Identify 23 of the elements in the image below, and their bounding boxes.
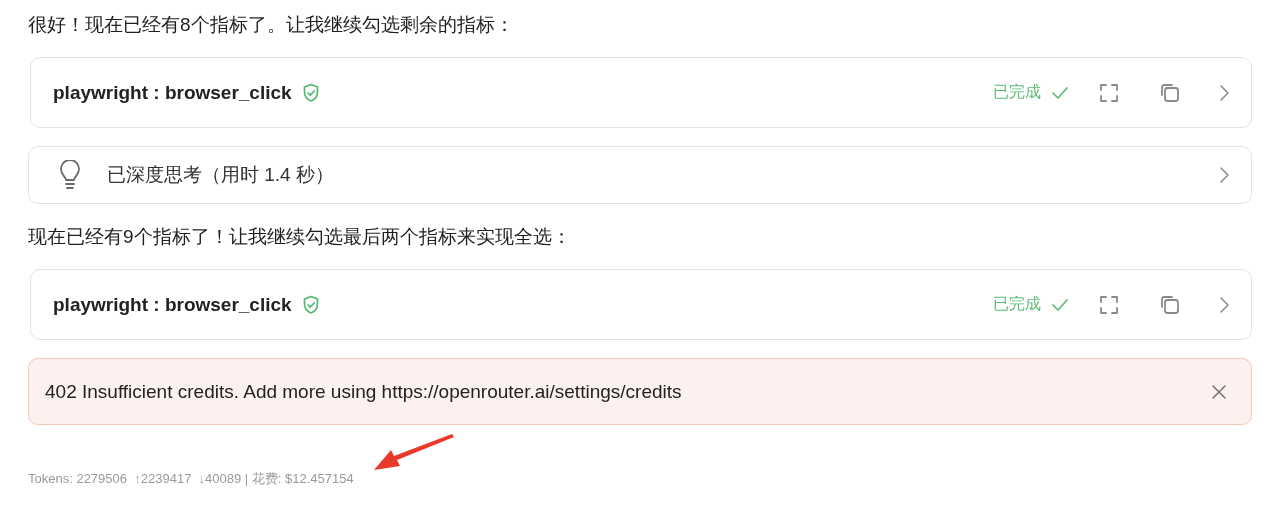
- tool-call-card[interactable]: playwright : browser_click 已完成: [30, 57, 1252, 128]
- tool-name: playwright : browser_click: [53, 293, 292, 316]
- copy-icon: [1159, 81, 1181, 104]
- fullscreen-icon: [1099, 294, 1119, 315]
- thinking-summary: 已深度思考（用时 1.4 秒）: [107, 163, 334, 187]
- tool-call-card[interactable]: playwright : browser_click 已完成: [30, 269, 1252, 340]
- check-icon: [1051, 297, 1069, 312]
- status-label: 已完成: [993, 294, 1041, 314]
- chevron-right-icon: [1219, 83, 1231, 102]
- copy-icon: [1159, 293, 1181, 316]
- status-label: 已完成: [993, 82, 1041, 102]
- close-icon: [1211, 383, 1227, 400]
- error-message: 402 Insufficient credits. Add more using https://openrouter.ai/settings/credits: [45, 380, 682, 403]
- tool-name: playwright : browser_click: [53, 81, 292, 104]
- message-text: 现在已经有9个指标了！让我继续勾选最后两个指标来实现全选：: [28, 225, 572, 249]
- message-text: 很好！现在已经有8个指标了。让我继续勾选剩余的指标：: [28, 13, 515, 37]
- lightbulb-icon: [59, 160, 81, 190]
- chevron-right-icon: [1219, 166, 1231, 184]
- token-usage: Tokens: 2279506 ↑2239417 ↓40089 | 花费: $12.457154: [28, 470, 355, 488]
- thinking-card[interactable]: 已深度思考（用时 1.4 秒）: [28, 146, 1252, 204]
- chevron-right-icon: [1219, 295, 1231, 314]
- fullscreen-icon: [1099, 82, 1119, 103]
- check-icon: [1051, 85, 1069, 100]
